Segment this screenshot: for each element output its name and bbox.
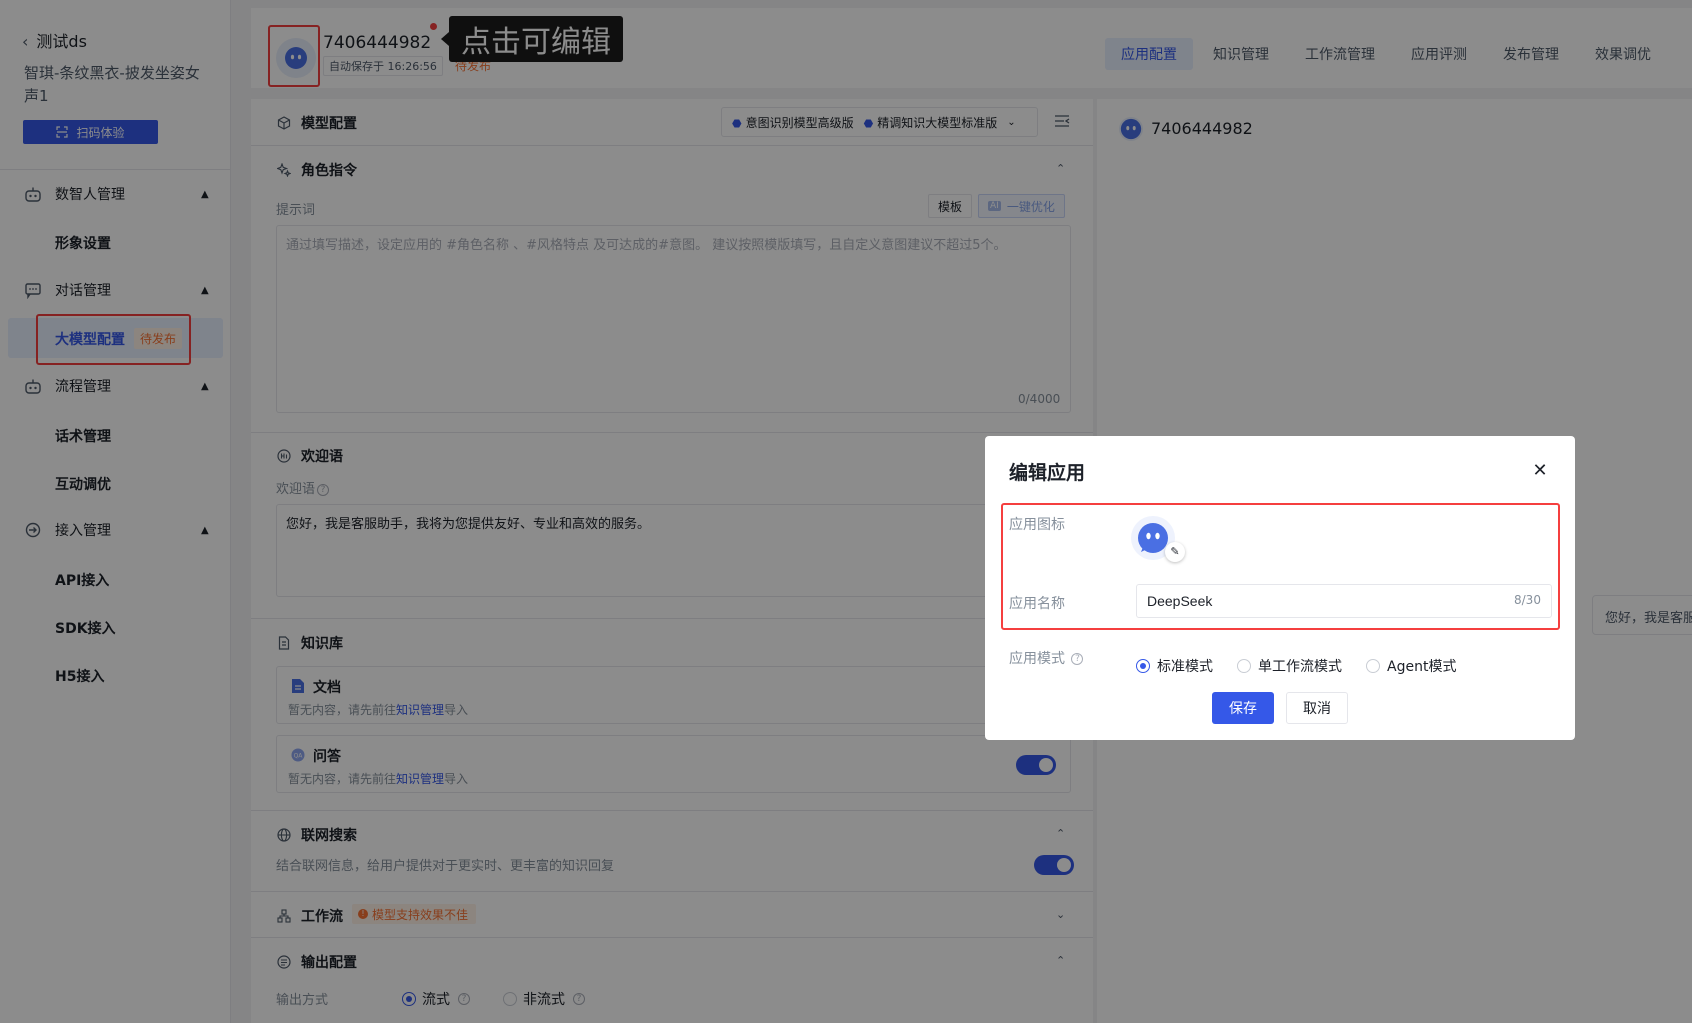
mode-agent[interactable]: Agent模式 bbox=[1366, 656, 1456, 676]
radio-checked-icon bbox=[1136, 659, 1150, 673]
app-name-label: 应用名称 bbox=[1009, 596, 1065, 612]
app-mode-label: 应用模式 ? bbox=[1009, 648, 1084, 668]
modal-title: 编辑应用 bbox=[1009, 462, 1086, 484]
mode-standard[interactable]: 标准模式 bbox=[1136, 656, 1213, 676]
app-mode-radio-group: 标准模式 单工作流模式 Agent模式 bbox=[1136, 656, 1480, 676]
app-icon-label: 应用图标 bbox=[1009, 517, 1065, 533]
radio-unchecked-icon bbox=[1366, 659, 1380, 673]
cancel-button[interactable]: 取消 bbox=[1286, 692, 1348, 724]
edit-app-modal: 编辑应用 ✕ 应用图标 ✎ 应用名称 8/30 应用模式 ? 标准模式 单工作流… bbox=[985, 436, 1575, 740]
name-char-count: 8/30 bbox=[1514, 593, 1541, 607]
app-name-input[interactable] bbox=[1136, 584, 1552, 618]
help-icon[interactable]: ? bbox=[1071, 653, 1084, 665]
mode-single-workflow[interactable]: 单工作流模式 bbox=[1237, 656, 1342, 676]
save-button[interactable]: 保存 bbox=[1212, 692, 1274, 724]
pencil-icon[interactable]: ✎ bbox=[1165, 542, 1185, 562]
radio-unchecked-icon bbox=[1237, 659, 1251, 673]
close-icon[interactable]: ✕ bbox=[1529, 460, 1551, 482]
